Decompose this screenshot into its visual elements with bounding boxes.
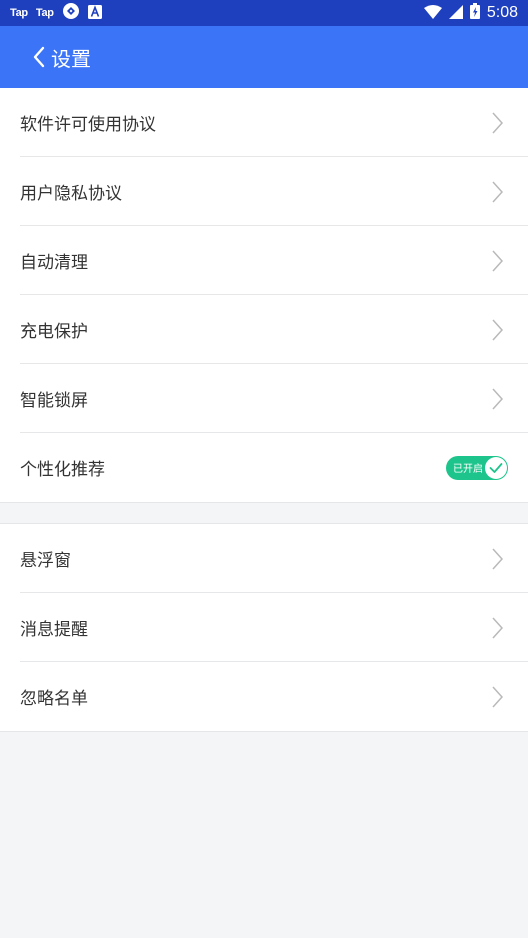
settings-section-secondary: 悬浮窗 消息提醒 忽略名单	[0, 523, 528, 732]
settings-item-charge-protect[interactable]: 充电保护	[0, 295, 528, 364]
settings-item-license[interactable]: 软件许可使用协议	[0, 88, 528, 157]
settings-item-notifications[interactable]: 消息提醒	[0, 593, 528, 662]
chevron-right-icon	[492, 180, 503, 203]
chevron-right-icon	[492, 111, 503, 134]
settings-item-label: 软件许可使用协议	[20, 115, 156, 135]
personalized-toggle[interactable]: 已开启	[446, 455, 508, 480]
settings-item-label: 悬浮窗	[20, 551, 71, 571]
taptap-icon: Tap	[10, 7, 28, 19]
settings-item-auto-clean[interactable]: 自动清理	[0, 226, 528, 295]
chevron-right-icon	[492, 387, 503, 410]
chevron-left-icon	[33, 46, 45, 68]
settings-item-ignore-list[interactable]: 忽略名单	[0, 662, 528, 731]
chevron-right-icon	[492, 685, 503, 708]
chevron-right-icon	[492, 318, 503, 341]
wifi-icon	[423, 4, 442, 23]
back-button[interactable]	[0, 26, 46, 88]
app-bar: 设置	[0, 26, 528, 88]
sync-icon	[62, 2, 80, 24]
settings-item-label: 自动清理	[20, 253, 88, 273]
battery-charging-icon	[469, 3, 480, 23]
a-icon	[87, 4, 102, 23]
chevron-right-icon	[492, 616, 503, 639]
settings-item-label: 智能锁屏	[20, 391, 88, 411]
settings-item-label: 消息提醒	[20, 620, 88, 640]
settings-item-label: 个性化推荐	[20, 460, 105, 480]
toggle-knob	[485, 456, 507, 479]
settings-item-label: 充电保护	[20, 322, 88, 342]
settings-item-personalized: 个性化推荐 已开启	[0, 433, 528, 502]
settings-item-label: 忽略名单	[20, 689, 88, 709]
page-title: 设置	[51, 46, 91, 71]
chevron-right-icon	[492, 249, 503, 272]
toggle-label: 已开启	[453, 464, 483, 475]
taptap-icon: Tap	[35, 7, 54, 19]
signal-icon	[448, 4, 463, 23]
settings-item-privacy[interactable]: 用户隐私协议	[0, 157, 528, 226]
check-icon	[489, 462, 503, 473]
clock-time: 5:08	[486, 4, 518, 21]
settings-section-main: 软件许可使用协议 用户隐私协议 自动清理 充电保护 智能锁屏 个性化推荐 已开启	[0, 88, 528, 503]
settings-item-floating-window[interactable]: 悬浮窗	[0, 524, 528, 593]
status-bar: Tap Tap 5:08	[0, 0, 528, 26]
chevron-right-icon	[492, 547, 503, 570]
settings-item-smart-lock[interactable]: 智能锁屏	[0, 364, 528, 433]
settings-item-label: 用户隐私协议	[20, 184, 122, 204]
